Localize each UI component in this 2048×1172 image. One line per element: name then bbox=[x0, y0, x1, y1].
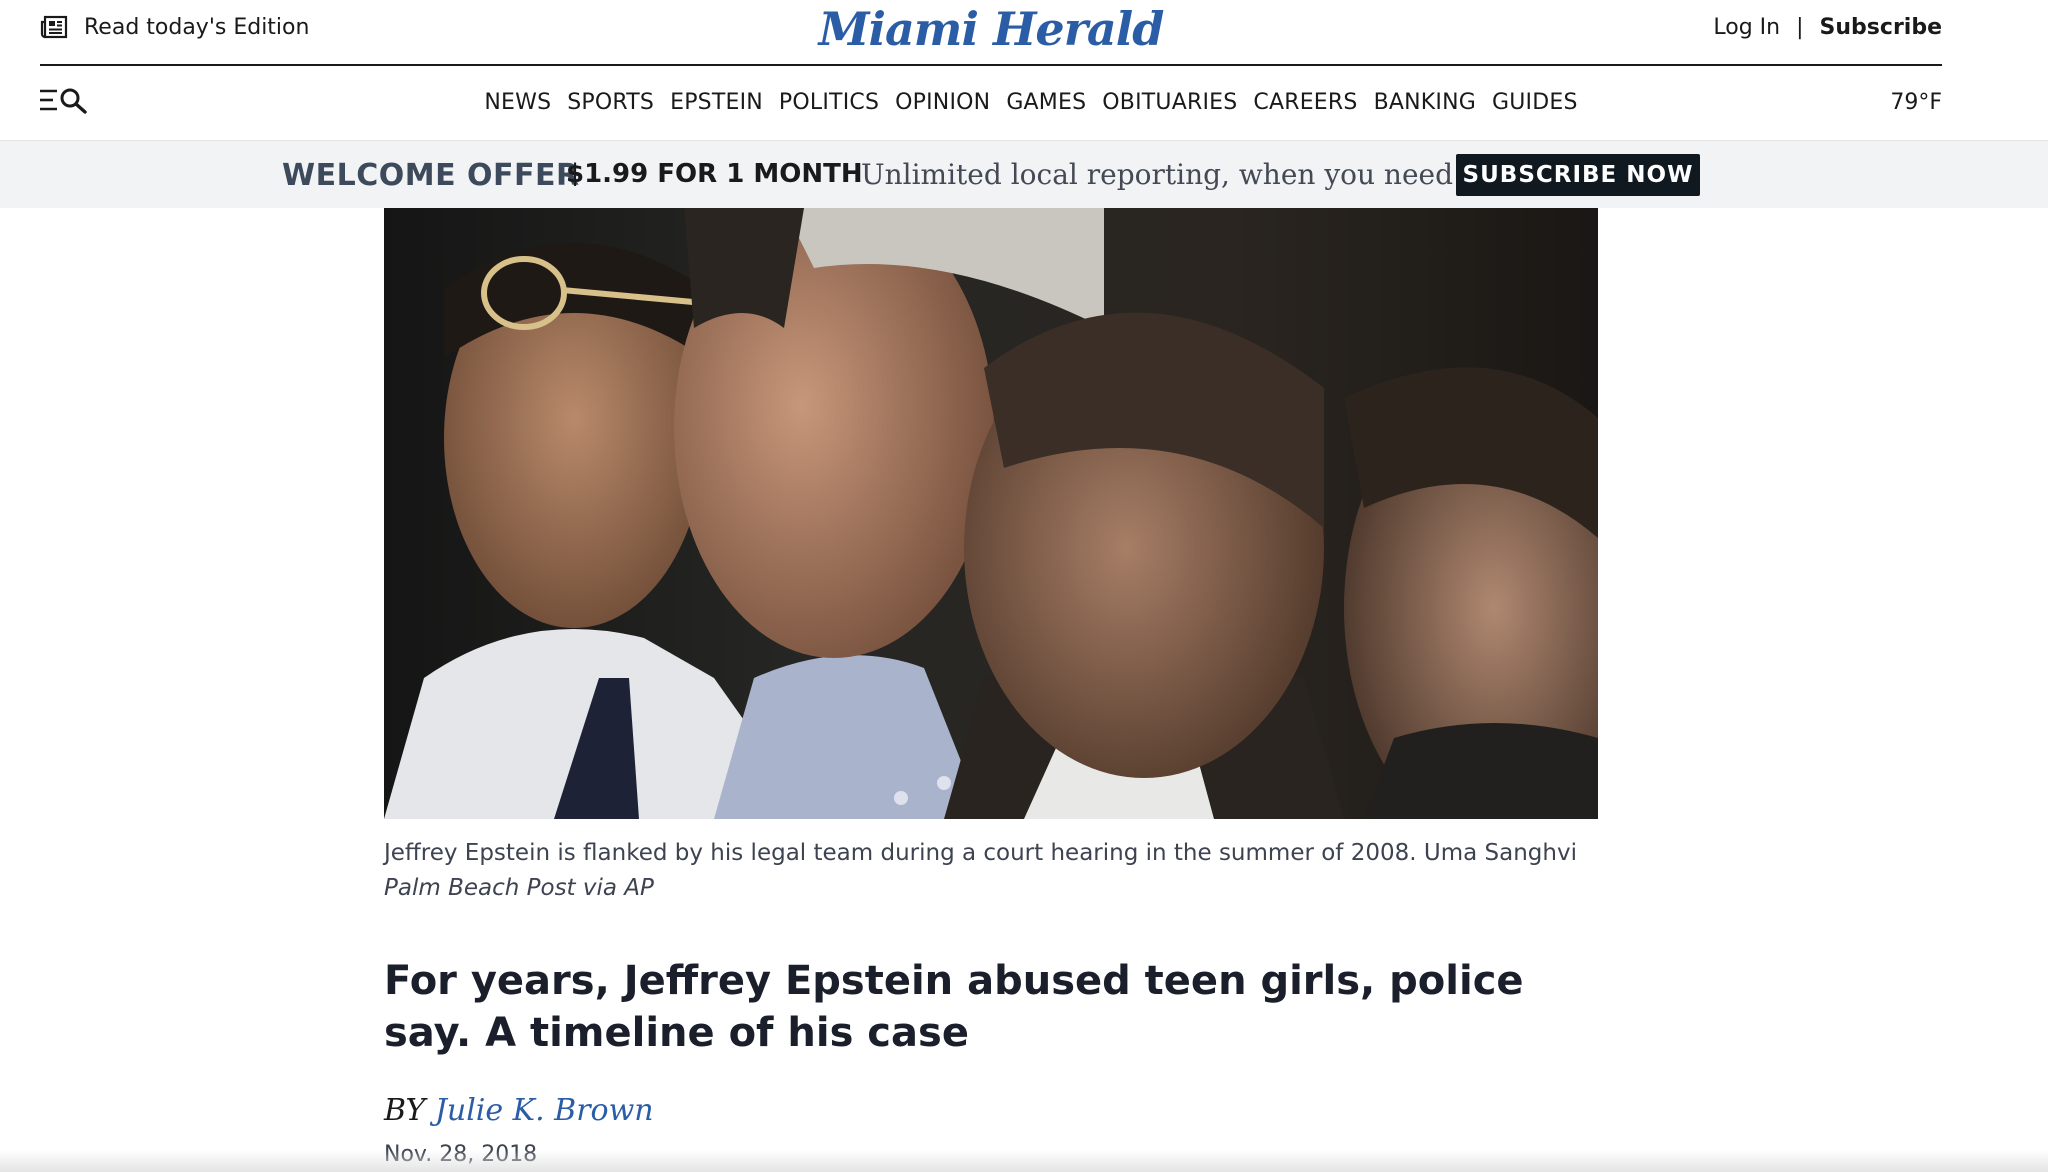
nav-item-news[interactable]: NEWS bbox=[484, 90, 551, 115]
publish-date: Nov. 28, 2018 bbox=[384, 1142, 538, 1167]
photo-caption: Jeffrey Epstein is flanked by his legal … bbox=[384, 836, 1598, 906]
nav-items: NEWS SPORTS EPSTEIN POLITICS OPINION GAM… bbox=[0, 90, 2048, 115]
offer-title: WELCOME OFFER bbox=[282, 158, 580, 193]
byline-prefix: BY bbox=[384, 1093, 435, 1128]
account-separator: | bbox=[1796, 14, 1804, 40]
nav-item-obituaries[interactable]: OBITUARIES bbox=[1102, 90, 1237, 115]
nav-item-guides[interactable]: GUIDES bbox=[1492, 90, 1578, 115]
nav-item-politics[interactable]: POLITICS bbox=[779, 90, 879, 115]
welcome-offer-banner: WELCOME OFFER $1.99 FOR 1 MONTH Unlimite… bbox=[0, 141, 2048, 208]
nav-item-banking[interactable]: BANKING bbox=[1374, 90, 1476, 115]
scroll-fade bbox=[0, 1150, 2048, 1172]
masthead-bar: Read today's Edition Miami Herald Log In… bbox=[40, 0, 1942, 66]
weather-temperature[interactable]: 79°F bbox=[1890, 90, 1942, 115]
offer-price: $1.99 FOR 1 MONTH bbox=[566, 159, 863, 189]
nav-item-games[interactable]: GAMES bbox=[1006, 90, 1086, 115]
subscribe-link[interactable]: Subscribe bbox=[1820, 15, 1942, 40]
nav-item-epstein[interactable]: EPSTEIN bbox=[670, 90, 763, 115]
site-logo-wrapper: Miami Herald bbox=[40, 0, 1942, 58]
caption-text: Jeffrey Epstein is flanked by his legal … bbox=[384, 840, 1577, 866]
byline: BY Julie K. Brown bbox=[384, 1093, 654, 1128]
subscribe-now-button[interactable]: SUBSCRIBE NOW bbox=[1456, 154, 1700, 196]
nav-item-sports[interactable]: SPORTS bbox=[567, 90, 654, 115]
caption-credit: Palm Beach Post via AP bbox=[384, 875, 654, 901]
offer-tagline: Unlimited local reporting, when you need… bbox=[861, 158, 1492, 191]
author-link[interactable]: Julie K. Brown bbox=[435, 1093, 654, 1128]
account-links: Log In | Subscribe bbox=[1713, 12, 1942, 42]
main-nav: NEWS SPORTS EPSTEIN POLITICS OPINION GAM… bbox=[0, 66, 2048, 141]
newspaper-icon bbox=[40, 15, 68, 39]
article-headline: For years, Jeffrey Epstein abused teen g… bbox=[384, 958, 1524, 1056]
lead-photo bbox=[384, 208, 1598, 819]
read-edition-label: Read today's Edition bbox=[84, 14, 310, 40]
read-edition-link[interactable]: Read today's Edition bbox=[40, 12, 309, 42]
login-link[interactable]: Log In bbox=[1713, 15, 1780, 40]
site-logo[interactable]: Miami Herald bbox=[819, 2, 1165, 56]
nav-item-careers[interactable]: CAREERS bbox=[1253, 90, 1357, 115]
nav-item-opinion[interactable]: OPINION bbox=[895, 90, 990, 115]
